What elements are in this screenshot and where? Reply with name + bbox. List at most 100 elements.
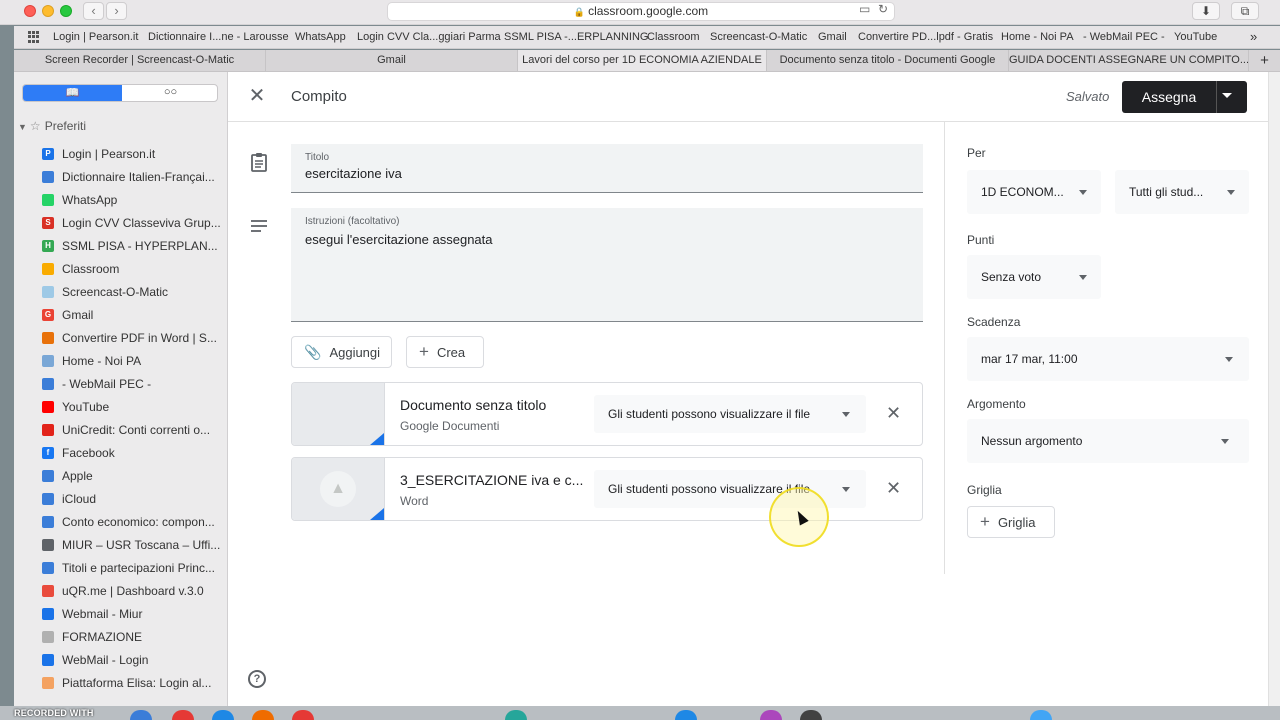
attachment-title[interactable]: 3_ESERCITAZIONE iva e c... [400,472,583,488]
favicon-icon [42,262,54,275]
address-bar[interactable]: 🔒 classroom.google.com [387,2,895,21]
sidebar-favorite-item[interactable]: Piattaforma Elisa: Login al... [42,671,222,694]
sidebar-favorite-item[interactable]: FORMAZIONE [42,625,222,648]
browser-tab[interactable]: Gmail [266,50,518,71]
sidebar-favorite-item[interactable]: Classroom [42,257,222,280]
sidebar-favorite-item[interactable]: uQR.me | Dashboard v.3.0 [42,579,222,602]
sidebar-grid-icon[interactable] [28,31,40,43]
sidebar-favorite-item[interactable]: Dictionnaire Italien-Françai... [42,165,222,188]
add-attachment-button[interactable]: 📎 Aggiungi [291,336,392,368]
sidebar-favorite-item[interactable]: WhatsApp [42,188,222,211]
chevron-down-icon [1079,190,1087,195]
browser-tab-active[interactable]: Lavori del corso per 1D ECONOMIA AZIENDA… [518,50,767,71]
downloads-icon[interactable]: ⬇ [1192,2,1220,20]
minimize-window-icon[interactable] [42,5,54,17]
plus-icon: + [419,342,429,361]
bookmark-item[interactable]: Home - Noi PA [1001,31,1074,43]
disclosure-triangle-icon[interactable]: ▼ [18,122,27,132]
url-text: classroom.google.com [588,4,709,18]
class-select[interactable]: 1D ECONOM... [967,170,1101,214]
assign-options-chevron-down-icon[interactable] [1222,93,1232,98]
sidebar-favorite-item[interactable]: P Login | Pearson.it [42,142,222,165]
sidebar-favorite-label: UniCredit: Conti correnti o... [62,422,211,437]
bookmarks-book-icon[interactable]: 📖 [23,85,122,101]
sidebar-favorite-item[interactable]: Webmail - Miur [42,602,222,625]
chevron-down-icon [1225,357,1233,362]
sidebar-favorite-item[interactable]: G Gmail [42,303,222,326]
sidebar-favorite-item[interactable]: Convertire PDF in Word | S... [42,326,222,349]
due-date-select[interactable]: mar 17 mar, 11:00 [967,337,1249,381]
remove-attachment-close-icon[interactable]: ✕ [886,477,901,499]
sidebar-favorite-label: Gmail [62,307,94,322]
title-field-value[interactable]: esercitazione iva [305,166,402,181]
sidebar-favorite-item[interactable]: Apple [42,464,222,487]
close-icon[interactable]: ✕ [246,85,268,107]
favicon-icon [42,607,54,620]
instructions-field-value[interactable]: esegui l'esercitazione assegnata [305,232,493,247]
sidebar-favorite-item[interactable]: H SSML PISA - HYPERPLAN... [42,234,222,257]
create-button[interactable]: + Crea [406,336,484,368]
sidebar-segmented-control: 📖 ○○ [22,84,218,102]
points-select[interactable]: Senza voto [967,255,1101,299]
sidebar-favorite-item[interactable]: UniCredit: Conti correnti o... [42,418,222,441]
instructions-field[interactable]: Istruzioni (facoltativo) esegui l'eserci… [291,208,923,322]
add-rubric-button[interactable]: + Griglia [967,506,1055,538]
students-select[interactable]: Tutti gli stud... [1115,170,1249,214]
topic-select-value: Nessun argomento [981,434,1083,448]
plus-icon: + [980,512,990,531]
reader-icon[interactable]: ▭ [859,2,870,16]
tab-overview-icon[interactable]: ⧉ [1231,2,1259,20]
forward-icon[interactable]: › [106,2,127,20]
sidebar-favorite-item[interactable]: iCloud [42,487,222,510]
permission-select[interactable]: Gli studenti possono visualizzare il fil… [594,395,866,433]
favicon-icon: G [42,308,54,321]
close-window-icon[interactable] [24,5,36,17]
remove-attachment-close-icon[interactable]: ✕ [886,402,901,424]
topic-label: Argomento [967,397,1026,411]
sidebar-favorite-item[interactable]: MIUR – USR Toscana – Uffi... [42,533,222,556]
sidebar-favorite-item[interactable]: WebMail - Login [42,648,222,671]
browser-tab[interactable]: GUIDA DOCENTI ASSEGNARE UN COMPITO... [1009,50,1249,71]
more-bookmarks-icon[interactable]: » [1250,29,1257,44]
assign-button[interactable]: Assegna [1122,81,1216,113]
sidebar-favorite-item[interactable]: S Login CVV Classeviva Grup... [42,211,222,234]
bookmark-item[interactable]: Dictionnaire I...ne - Larousse [148,31,289,43]
sidebar-favorite-item[interactable]: Conto economico: compon... [42,510,222,533]
bookmark-item[interactable]: Classroom [647,31,700,43]
bookmark-item[interactable]: Login CVV Cla...ggiari Parma [357,31,501,43]
reading-list-glasses-icon[interactable]: ○○ [122,85,217,101]
bookmark-item[interactable]: YouTube [1174,31,1217,43]
topic-select[interactable]: Nessun argomento [967,419,1249,463]
title-field[interactable]: Titolo esercitazione iva [291,144,923,193]
sidebar-favorite-item[interactable]: - WebMail PEC - [42,372,222,395]
sidebar-favorite-item[interactable]: Titoli e partecipazioni Princ... [42,556,222,579]
attachment-title[interactable]: Documento senza titolo [400,397,546,413]
bookmark-item[interactable]: WhatsApp [295,31,346,43]
sidebar-favorite-item[interactable]: Screencast-O-Matic [42,280,222,303]
bookmark-item[interactable]: Gmail [818,31,847,43]
sidebar-favorite-item[interactable]: Home - Noi PA [42,349,222,372]
bookmark-item[interactable]: Convertire PD...lpdf - Gratis [858,31,993,43]
fullscreen-window-icon[interactable] [60,5,72,17]
page-scrollbar[interactable] [1268,72,1280,706]
sidebar-favorite-item[interactable]: YouTube [42,395,222,418]
favicon-icon [42,653,54,666]
bookmark-item[interactable]: SSML PISA -...ERPLANNING [504,31,648,43]
new-tab-icon[interactable]: + [1249,50,1280,71]
students-select-value: Tutti gli stud... [1129,185,1204,199]
bookmark-item[interactable]: Screencast-O-Matic [710,31,807,43]
bookmark-item[interactable]: - WebMail PEC - [1083,31,1165,43]
sidebar-favorite-item[interactable]: f Facebook [42,441,222,464]
browser-tab[interactable]: Screen Recorder | Screencast-O-Matic [14,50,266,71]
favicon-icon [42,400,54,413]
bookmark-item[interactable]: Login | Pearson.it [53,31,138,43]
sidebar-favorite-label: Facebook [62,445,115,460]
attachment-card[interactable]: Documento senza titolo Google Documenti … [291,382,923,446]
browser-tab[interactable]: Documento senza titolo - Documenti Googl… [767,50,1009,71]
back-icon[interactable]: ‹ [83,2,104,20]
help-icon[interactable]: ? [248,670,266,688]
sidebar-favorite-label: Screencast-O-Matic [62,284,169,299]
safari-sidebar: 📖 ○○ ▼ ☆ Preferiti P Login | Pearson.it Dict… [14,72,228,720]
favorites-header[interactable]: ▼ ☆ Preferiti [18,119,86,133]
reload-icon[interactable]: ↻ [878,2,888,16]
